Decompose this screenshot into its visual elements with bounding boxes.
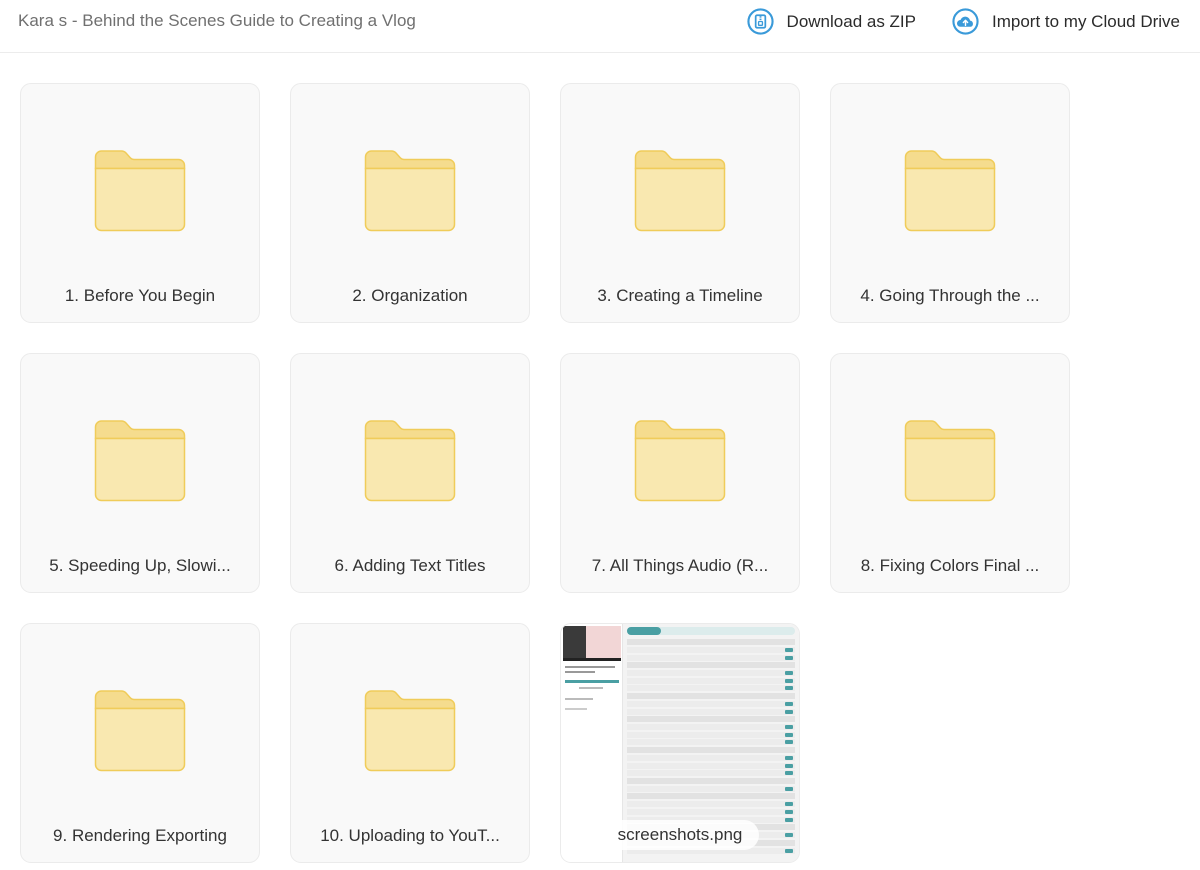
thumbnail-section-header xyxy=(627,793,795,800)
thumbnail-text-line xyxy=(565,666,615,668)
thumbnail-list-row xyxy=(627,809,795,815)
folder-card[interactable]: 6. Adding Text Titles xyxy=(290,353,530,593)
thumbnail-list-row xyxy=(627,670,795,677)
folder-icon xyxy=(904,150,996,232)
import-cloud-drive-button[interactable]: Import to my Cloud Drive xyxy=(952,8,1180,35)
thumbnail-list-row xyxy=(627,677,795,684)
thumbnail-section-header xyxy=(627,777,795,784)
thumbnail-row-tag xyxy=(785,740,793,745)
thumbnail-section-header xyxy=(627,662,795,669)
folder-name: 8. Fixing Colors Final ... xyxy=(860,556,1040,575)
thumbnail-list-row xyxy=(627,785,795,792)
zip-archive-icon xyxy=(746,8,774,35)
thumbnail-list-row xyxy=(627,755,795,761)
folder-card[interactable]: 3. Creating a Timeline xyxy=(560,83,800,323)
folder-card[interactable]: 8. Fixing Colors Final ... xyxy=(830,353,1070,593)
folder-icon xyxy=(364,420,456,502)
folder-name: 10. Uploading to YouT... xyxy=(320,826,500,845)
file-name: screenshots.png xyxy=(601,820,759,850)
thumbnail-list-row xyxy=(627,708,795,715)
thumbnail-row-tag xyxy=(785,686,793,691)
folder-card[interactable]: 7. All Things Audio (R... xyxy=(560,353,800,593)
folder-name: 3. Creating a Timeline xyxy=(597,286,763,305)
folder-name: 1. Before You Begin xyxy=(64,286,216,305)
folder-card[interactable]: 1. Before You Begin xyxy=(20,83,260,323)
thumbnail-list-row xyxy=(627,701,795,707)
folder-name: 4. Going Through the ... xyxy=(860,286,1040,305)
folder-card[interactable]: 10. Uploading to YouT... xyxy=(290,623,530,863)
folder-name: 7. All Things Audio (R... xyxy=(591,556,769,575)
thumbnail-row-tag xyxy=(785,802,793,807)
thumbnail-row-tag xyxy=(785,833,793,838)
thumbnail-list-row xyxy=(627,654,795,661)
thumbnail-list-row xyxy=(627,685,795,692)
thumbnail-hero-image xyxy=(563,626,621,658)
folder-icon xyxy=(94,420,186,502)
thumbnail-list-row xyxy=(627,724,795,731)
folder-card[interactable]: 2. Organization xyxy=(290,83,530,323)
thumbnail-list-row xyxy=(627,762,795,769)
thumbnail-list-row xyxy=(627,770,795,777)
thumbnail-section-header xyxy=(627,639,795,645)
folder-icon xyxy=(94,150,186,232)
thumbnail-progress-bar xyxy=(565,680,619,683)
thumbnail-row-tag xyxy=(785,725,793,730)
download-zip-button[interactable]: Download as ZIP xyxy=(746,8,916,35)
folder-name: 6. Adding Text Titles xyxy=(334,556,486,575)
import-cloud-drive-label: Import to my Cloud Drive xyxy=(992,11,1180,31)
thumbnail-row-tag xyxy=(785,810,793,814)
folder-name: 2. Organization xyxy=(352,286,468,305)
thumbnail-row-tag xyxy=(785,848,793,853)
thumbnail-row-tag xyxy=(785,678,793,683)
thumbnail-section-header xyxy=(627,693,795,699)
folder-card[interactable]: 4. Going Through the ... xyxy=(830,83,1070,323)
thumbnail-row-tag xyxy=(785,786,793,791)
thumbnail-row-tag xyxy=(785,702,793,706)
header-bar: Kara s - Behind the Scenes Guide to Crea… xyxy=(0,0,1200,53)
folder-icon xyxy=(94,690,186,772)
download-zip-label: Download as ZIP xyxy=(786,11,916,31)
folder-name: 9. Rendering Exporting xyxy=(53,826,227,845)
thumbnail-row-tag xyxy=(785,763,793,768)
thumbnail-section-header xyxy=(627,716,795,723)
image-file-card[interactable]: screenshots.png xyxy=(560,623,800,863)
thumbnail-row-tag xyxy=(785,756,793,760)
thumbnail-row-tag xyxy=(785,671,793,676)
thumbnail-text-line xyxy=(565,698,593,700)
folder-icon xyxy=(634,420,726,502)
file-grid: 1. Before You Begin 2. Organization 3. C… xyxy=(20,83,1070,863)
thumbnail-row-tag xyxy=(785,732,793,737)
thumbnail-text-line xyxy=(565,671,595,673)
thumbnail-list-row xyxy=(627,739,795,746)
folder-card[interactable]: 9. Rendering Exporting xyxy=(20,623,260,863)
cloud-upload-icon xyxy=(952,8,979,35)
thumbnail-text-line xyxy=(565,708,587,710)
thumbnail-row-tag xyxy=(785,655,793,660)
page-title: Kara s - Behind the Scenes Guide to Crea… xyxy=(18,11,416,30)
thumbnail-divider xyxy=(563,658,621,661)
thumbnail-pill-button xyxy=(627,627,661,635)
folder-name: 5. Speeding Up, Slowi... xyxy=(49,556,231,575)
header-actions: Download as ZIP Import to my Cloud Drive xyxy=(746,8,1180,35)
thumbnail-row-tag xyxy=(785,648,793,652)
thumbnail-list-row xyxy=(627,801,795,808)
thumbnail-text-line xyxy=(579,687,603,689)
thumbnail-list-row xyxy=(627,647,795,653)
thumbnail-row-tag xyxy=(785,771,793,776)
thumbnail-header-pill xyxy=(627,627,795,635)
folder-icon xyxy=(904,420,996,502)
thumbnail-row-tag xyxy=(785,817,793,822)
thumbnail-list-row xyxy=(627,731,795,738)
folder-icon xyxy=(364,150,456,232)
folder-icon xyxy=(634,150,726,232)
folder-card[interactable]: 5. Speeding Up, Slowi... xyxy=(20,353,260,593)
thumbnail-row-tag xyxy=(785,709,793,714)
thumbnail-section-header xyxy=(627,747,795,753)
folder-icon xyxy=(364,690,456,772)
